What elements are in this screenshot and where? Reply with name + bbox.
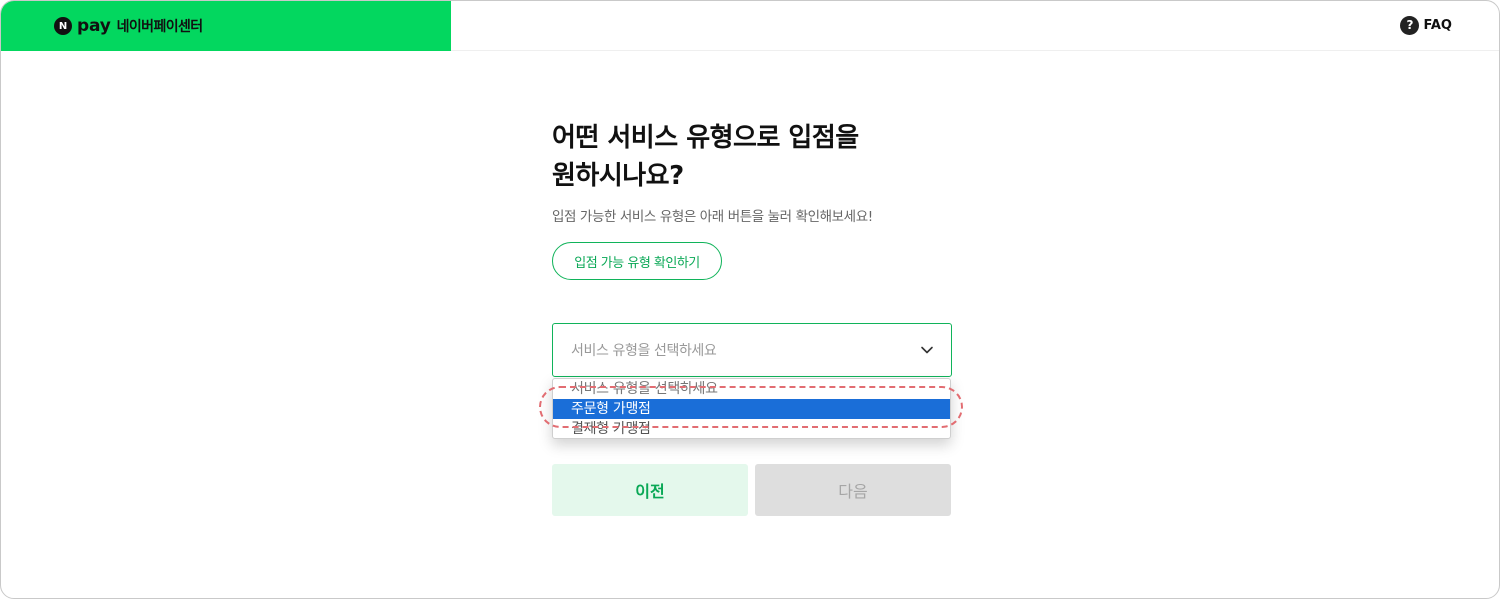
naver-n-icon: N [54,17,72,35]
brand-center-text: 네이버페이센터 [116,19,204,35]
next-button[interactable]: 다음 [755,464,951,516]
brand-pay-text: pay [77,16,111,36]
previous-button[interactable]: 이전 [552,464,748,516]
page-title-line2: 원하시나요? [552,161,684,191]
page-subtitle: 입점 가능한 서비스 유형은 아래 버튼을 눌러 확인해보세요! [552,209,873,225]
dropdown-option-order-type[interactable]: 주문형 가맹점 [553,399,950,419]
faq-link[interactable]: ? FAQ [1400,15,1452,35]
page-title: 어떤 서비스 유형으로 입점을 원하시나요? [552,119,972,195]
faq-label: FAQ [1423,17,1452,33]
chevron-down-icon [921,346,933,354]
service-type-select[interactable]: 서비스 유형을 선택하세요 [552,323,952,377]
dropdown-option-payment-type[interactable]: 결제형 가맹점 [553,419,950,438]
select-placeholder: 서비스 유형을 선택하세요 [571,343,717,359]
header: N pay 네이버페이센터 ? FAQ [1,1,1499,51]
check-available-types-button[interactable]: 입점 가능 유형 확인하기 [552,242,722,280]
question-icon: ? [1400,15,1420,35]
service-type-dropdown-list: 서비스 유형을 선택하세요 주문형 가맹점 결제형 가맹점 [552,378,951,439]
page-title-line1: 어떤 서비스 유형으로 입점을 [552,123,859,153]
main-content: 어떤 서비스 유형으로 입점을 원하시나요? 입점 가능한 서비스 유형은 아래… [552,119,952,377]
dropdown-option-placeholder[interactable]: 서비스 유형을 선택하세요 [553,379,950,399]
app-window: N pay 네이버페이센터 ? FAQ 어떤 서비스 유형으로 입점을 원하시나… [0,0,1500,599]
brand-logo[interactable]: N pay 네이버페이센터 [1,1,451,51]
